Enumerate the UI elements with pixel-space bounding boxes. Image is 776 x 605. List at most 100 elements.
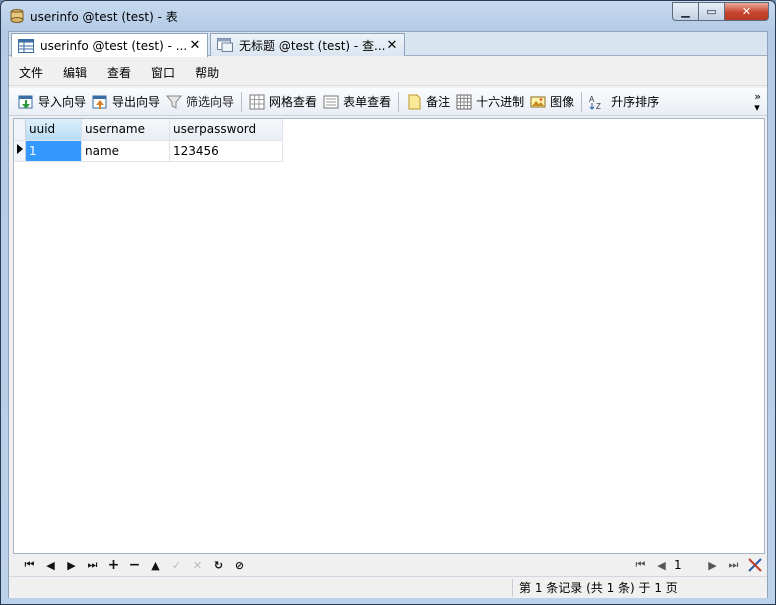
window-title: userinfo @test (test) - 表 (30, 10, 178, 24)
previous-icon: ◀ (46, 558, 55, 572)
filter-wizard-button[interactable]: 筛选向导 (163, 90, 237, 114)
stop-button[interactable]: ⊘ (229, 556, 250, 574)
refresh-icon: ↻ (213, 558, 224, 572)
form-view-label: 表单查看 (343, 95, 392, 109)
svg-text:A: A (589, 95, 595, 104)
last-record-button[interactable]: ⏭ (82, 556, 103, 574)
last-page-icon: ⏭ (728, 558, 739, 571)
export-icon (92, 95, 107, 109)
record-status: 第 1 条记录 (共 1 条) 于 1 页 (512, 579, 767, 597)
image-button[interactable]: 图像 (527, 90, 577, 114)
import-icon (18, 95, 33, 109)
column-header-username[interactable]: username (81, 119, 170, 141)
menu-window[interactable]: 窗口 (141, 60, 185, 86)
status-bar: 第 1 条记录 (共 1 条) 于 1 页 (9, 576, 767, 598)
page-settings-button[interactable] (744, 556, 765, 574)
title-bar[interactable]: userinfo @test (test) - 表 ▁ ▭ ✕ (1, 1, 775, 31)
image-label: 图像 (550, 95, 575, 109)
table-icon (18, 38, 34, 53)
form-view-button[interactable]: 表单查看 (320, 90, 394, 114)
column-header-uuid[interactable]: uuid (25, 119, 82, 141)
check-icon: ✓ (171, 558, 182, 572)
export-wizard-label: 导出向导 (112, 95, 161, 109)
previous-page-button[interactable]: ◀ (651, 556, 672, 574)
delete-record-button[interactable]: − (124, 556, 145, 574)
menu-file[interactable]: 文件 (9, 60, 53, 86)
cell-uuid[interactable]: 1 (25, 140, 82, 162)
x-icon: ✕ (192, 558, 203, 572)
memo-icon (408, 94, 421, 109)
tab-label: userinfo @test (test) - ... (40, 38, 188, 53)
import-wizard-button[interactable]: 导入向导 (15, 90, 89, 114)
previous-record-button[interactable]: ◀ (40, 556, 61, 574)
filter-icon (166, 95, 183, 109)
cell-userpassword[interactable]: 123456 (169, 140, 283, 162)
add-record-button[interactable]: + (103, 556, 124, 574)
page-navigator: ⏮ ◀ ▶ ⏭ (630, 555, 765, 575)
minus-icon: − (128, 557, 141, 573)
row-indicator[interactable] (14, 140, 26, 162)
tab-close-icon[interactable]: ✕ (188, 38, 202, 53)
toolbar-separator (241, 91, 243, 112)
toolbar: 导入向导 导出向导 筛选向导 网格查看 表单查看 备注 十六进制 图像 A Z … (9, 88, 767, 116)
tab-label: 无标题 @test (test) - 查... (239, 38, 385, 53)
database-table-icon (10, 9, 24, 23)
minimize-button[interactable]: ▁ (672, 2, 699, 21)
tools-icon (747, 558, 762, 572)
window-controls: ▁ ▭ ✕ (672, 2, 769, 21)
first-record-button[interactable]: ⏮ (19, 556, 40, 574)
menu-help[interactable]: 帮助 (185, 60, 229, 86)
app-window: userinfo @test (test) - 表 ▁ ▭ ✕ userinfo… (0, 0, 776, 605)
tab-query[interactable]: 无标题 @test (test) - 查... ✕ (210, 33, 405, 56)
query-icon (217, 38, 233, 52)
menu-bar: 文件 编辑 查看 窗口 帮助 (9, 60, 767, 86)
previous-page-icon: ◀ (657, 558, 666, 572)
menu-edit[interactable]: 编辑 (53, 60, 97, 86)
svg-text:Z: Z (596, 102, 601, 110)
memo-label: 备注 (426, 95, 451, 109)
tab-userinfo[interactable]: userinfo @test (test) - ... ✕ (11, 33, 208, 57)
export-wizard-button[interactable]: 导出向导 (89, 90, 163, 114)
last-icon: ⏭ (87, 558, 98, 571)
plus-icon: + (107, 557, 120, 573)
menu-view[interactable]: 查看 (97, 60, 141, 86)
next-record-button[interactable]: ▶ (61, 556, 82, 574)
sort-ascending-button[interactable]: A Z 升序排序 (586, 90, 662, 114)
close-icon: ✕ (741, 5, 752, 18)
toolbar-overflow-button[interactable]: » ▾ (754, 91, 761, 113)
next-page-button[interactable]: ▶ (702, 556, 723, 574)
client-area: userinfo @test (test) - ... ✕ 无标题 @test … (8, 31, 768, 598)
first-page-button[interactable]: ⏮ (630, 556, 651, 574)
apply-changes-button[interactable]: ✓ (166, 556, 187, 574)
refresh-button[interactable]: ↻ (208, 556, 229, 574)
image-icon (530, 96, 546, 107)
close-window-button[interactable]: ✕ (725, 2, 769, 21)
page-number-input[interactable] (672, 557, 702, 573)
first-icon: ⏮ (24, 558, 35, 571)
toolbar-separator (581, 91, 583, 112)
sort-ascending-icon: A Z (589, 95, 601, 110)
grid-view-icon (249, 94, 265, 109)
edit-record-button[interactable]: ▲ (145, 556, 166, 574)
row-indicator-header (14, 119, 26, 141)
cell-username[interactable]: name (81, 140, 170, 162)
grid-view-button[interactable]: 网格查看 (246, 90, 320, 114)
tab-close-icon[interactable]: ✕ (385, 38, 399, 53)
next-icon: ▶ (67, 558, 76, 572)
data-grid[interactable]: uuid username userpassword 1 name 123456 (13, 118, 765, 554)
discard-changes-button[interactable]: ✕ (187, 556, 208, 574)
maximize-button[interactable]: ▭ (699, 2, 725, 21)
memo-button[interactable]: 备注 (403, 90, 453, 114)
hex-label: 十六进制 (476, 95, 525, 109)
current-row-arrow-icon (17, 144, 23, 154)
triangle-up-icon: ▲ (151, 558, 160, 572)
column-header-userpassword[interactable]: userpassword (169, 119, 283, 141)
stop-icon: ⊘ (234, 558, 245, 572)
hex-button[interactable]: 十六进制 (453, 90, 527, 114)
filter-wizard-label: 筛选向导 (186, 95, 235, 109)
grid-view-label: 网格查看 (269, 95, 318, 109)
form-view-icon (323, 95, 339, 108)
table-row[interactable]: 1 name 123456 (14, 140, 283, 162)
last-page-button[interactable]: ⏭ (723, 556, 744, 574)
record-navigator: ⏮ ◀ ▶ ⏭ + − ▲ ✓ ✕ ↻ ⊘ ⏮ ◀ ▶ ⏭ (13, 555, 765, 575)
